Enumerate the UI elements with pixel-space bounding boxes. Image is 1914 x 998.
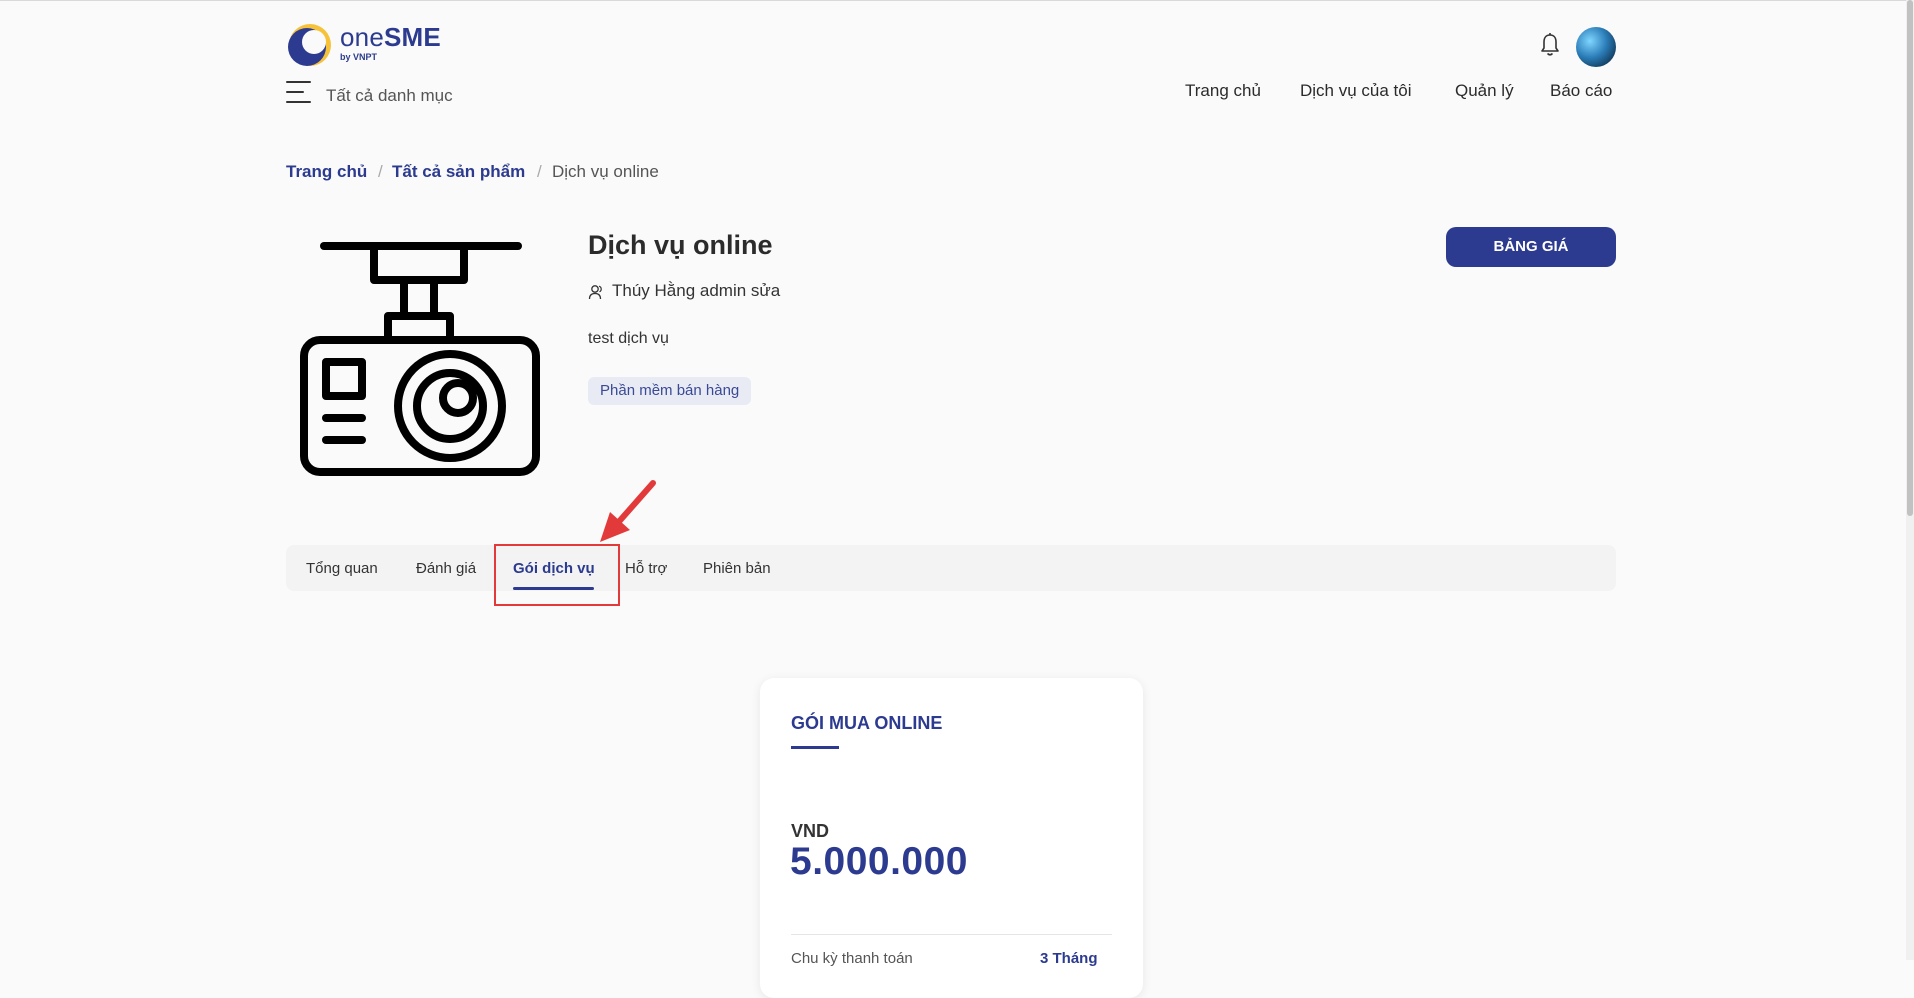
annotation-highlight-box [494, 544, 620, 606]
tab-versions[interactable]: Phiên bản [703, 560, 771, 577]
product-author: Thúy Hằng admin sửa [612, 281, 781, 300]
plan-cycle-value: 3 Tháng [1040, 950, 1098, 967]
nav-home[interactable]: Trang chủ [1185, 81, 1261, 101]
breadcrumb-separator: / [378, 162, 383, 181]
logo-subtitle: by VNPT [340, 52, 378, 62]
plan-divider [791, 934, 1112, 935]
breadcrumb-current: Dịch vụ online [552, 162, 659, 181]
plan-cycle-label: Chu kỳ thanh toán [791, 950, 913, 967]
user-avatar[interactable] [1576, 27, 1616, 67]
hamburger-icon[interactable] [286, 81, 311, 103]
product-description: test dịch vụ [588, 330, 669, 347]
window-top-border [0, 0, 1914, 1]
tab-reviews[interactable]: Đánh giá [416, 560, 476, 577]
all-categories-link[interactable]: Tất cả danh mục [326, 86, 453, 106]
tab-support[interactable]: Hỗ trợ [625, 560, 667, 577]
breadcrumb-all-products[interactable]: Tất cả sản phẩm [392, 162, 525, 182]
breadcrumb-separator: / [537, 162, 542, 181]
plan-title: GÓI MUA ONLINE [791, 713, 943, 733]
logo-sme: SME [383, 22, 441, 52]
logo-wordmark[interactable]: oneSME [340, 22, 441, 53]
tab-overview[interactable]: Tổng quan [306, 560, 378, 577]
price-table-button[interactable]: BẢNG GIÁ [1446, 227, 1616, 267]
logo-one: one [340, 22, 384, 52]
product-title: Dịch vụ online [588, 230, 773, 260]
plan-price: 5.000.000 [790, 840, 969, 883]
scrollbar-thumb[interactable] [1907, 0, 1913, 516]
nav-my-services[interactable]: Dịch vụ của tôi [1300, 81, 1412, 101]
category-tag[interactable]: Phần mềm bán hàng [588, 377, 752, 405]
breadcrumb-home[interactable]: Trang chủ [286, 162, 367, 182]
nav-management[interactable]: Quản lý [1455, 81, 1514, 101]
dashcam-icon [300, 242, 540, 476]
plan-title-underline [791, 746, 839, 749]
user-icon [588, 285, 602, 300]
onesme-logo-icon[interactable] [286, 21, 334, 69]
plan-currency: VND [791, 821, 830, 841]
annotation-arrow-icon [600, 480, 656, 542]
nav-reports[interactable]: Báo cáo [1550, 81, 1612, 101]
tab-bar [286, 545, 1616, 591]
bell-icon[interactable] [1538, 32, 1562, 58]
